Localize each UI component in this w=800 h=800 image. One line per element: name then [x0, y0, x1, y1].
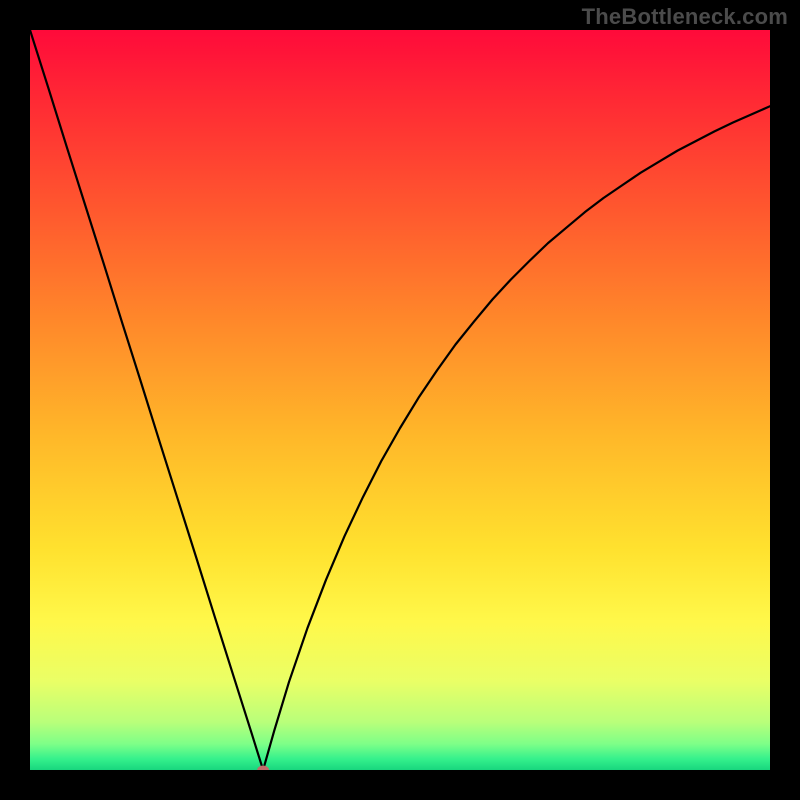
- chart-svg: [30, 30, 770, 770]
- plot-area: [30, 30, 770, 770]
- watermark-text: TheBottleneck.com: [582, 4, 788, 30]
- gradient-background: [30, 30, 770, 770]
- chart-stage: TheBottleneck.com: [0, 0, 800, 800]
